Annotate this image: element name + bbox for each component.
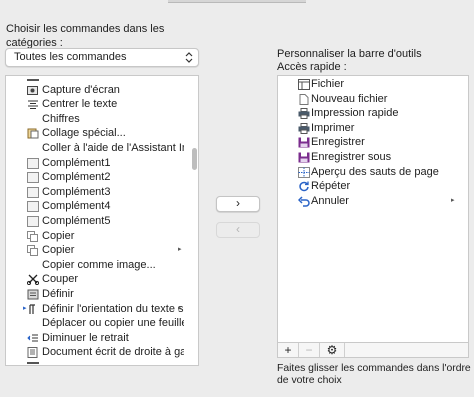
- list-item[interactable]: Fichier: [278, 77, 468, 92]
- quick-access-list[interactable]: Fichier Nouveau fichier Impression rapid…: [277, 75, 469, 343]
- screenshot-icon: [27, 85, 39, 96]
- list-item[interactable]: Répéter: [278, 179, 468, 194]
- list-item[interactable]: Complément1: [6, 156, 198, 171]
- copy-icon: [27, 245, 39, 257]
- list-item[interactable]: [6, 360, 198, 365]
- list-item[interactable]: Nouveau fichier: [278, 92, 468, 107]
- file-icon: [298, 79, 310, 90]
- save-icon: [298, 137, 310, 148]
- list-item[interactable]: Annuler ▸: [278, 194, 468, 209]
- save-as-icon: [298, 152, 310, 163]
- list-item[interactable]: [6, 76, 198, 83]
- list-item[interactable]: Complément3: [6, 185, 198, 200]
- minus-icon: −: [305, 343, 313, 357]
- drag-hint: Faites glisser les commandes dans l'ordr…: [277, 363, 471, 386]
- addin-icon: [27, 172, 39, 184]
- list-item[interactable]: Imprimer: [278, 121, 468, 136]
- addin-icon: [27, 201, 39, 213]
- quick-access-toolbar: + − ⚙: [277, 343, 469, 358]
- copy-icon: [27, 230, 39, 242]
- list-item[interactable]: Complément5: [6, 214, 198, 229]
- list-item[interactable]: Enregistrer sous: [278, 150, 468, 165]
- list-item[interactable]: Centrer le texte: [6, 97, 198, 112]
- scissors-icon: [26, 274, 40, 286]
- list-item[interactable]: Aperçu des sauts de page: [278, 165, 468, 180]
- list-item[interactable]: Copier ▸: [6, 243, 198, 258]
- list-item[interactable]: Impression rapide: [278, 106, 468, 121]
- list-item[interactable]: Complément2: [6, 170, 198, 185]
- list-item[interactable]: ▸ Définir l'orientation du texte sel... …: [6, 302, 198, 317]
- list-item[interactable]: Document écrit de droite à gau...: [6, 345, 198, 360]
- decrease-indent-icon: [27, 333, 39, 344]
- print-icon: [298, 122, 310, 134]
- repeat-icon: [298, 181, 310, 192]
- remove-button[interactable]: −: [299, 343, 320, 357]
- partial-icon: [27, 76, 39, 81]
- left-category-label: Choisir les commandes dans les catégorie…: [6, 23, 165, 49]
- chevron-right-icon: ›: [236, 196, 240, 210]
- window-top-tab: [168, 0, 306, 3]
- addin-icon: [27, 186, 39, 198]
- list-item[interactable]: Capture d'écran: [6, 83, 198, 98]
- partial-icon: [27, 361, 39, 365]
- addin-icon: [27, 215, 39, 227]
- list-item[interactable]: Collage spécial...: [6, 126, 198, 141]
- commands-list[interactable]: Capture d'écran Centrer le texte Chiffre…: [5, 75, 199, 366]
- new-file-icon: [298, 93, 310, 105]
- chevron-left-icon: ‹: [236, 222, 240, 236]
- list-item[interactable]: Copier comme image...: [6, 258, 198, 273]
- paste-special-icon: [27, 128, 39, 139]
- scrollbar-thumb[interactable]: [192, 148, 197, 170]
- list-item[interactable]: Couper: [6, 272, 198, 287]
- quick-print-icon: [298, 108, 310, 120]
- undo-icon: [297, 196, 310, 207]
- page-break-preview-icon: [298, 166, 310, 178]
- addin-icon: [27, 157, 39, 169]
- list-item[interactable]: Enregistrer: [278, 135, 468, 150]
- rtl-doc-icon: [27, 347, 39, 359]
- cursor-marker-icon: ▸: [23, 304, 27, 312]
- submenu-arrow-icon: ▸: [178, 304, 182, 312]
- quick-access-label: Personnaliser la barre d'outils Accès ra…: [277, 48, 422, 73]
- list-item[interactable]: Complément4: [6, 199, 198, 214]
- align-center-icon: [27, 99, 39, 110]
- add-button[interactable]: +: [278, 343, 299, 357]
- category-select-value: Toutes les commandes: [14, 51, 127, 63]
- list-item[interactable]: Copier: [6, 229, 198, 244]
- list-item[interactable]: Diminuer le retrait: [6, 331, 198, 346]
- chevron-updown-icon: [185, 52, 193, 63]
- list-item[interactable]: Définir: [6, 287, 198, 302]
- settings-button[interactable]: ⚙: [320, 343, 345, 357]
- list-item[interactable]: Coller à l'aide de l'Assistant Imp...: [6, 141, 198, 156]
- plus-icon: +: [284, 343, 292, 357]
- category-select[interactable]: Toutes les commandes: [5, 48, 199, 67]
- remove-command-button[interactable]: ‹: [216, 222, 260, 238]
- submenu-arrow-icon: ▸: [451, 196, 455, 204]
- list-item[interactable]: Déplacer ou copier une feuille...: [6, 316, 198, 331]
- add-command-button[interactable]: ›: [216, 196, 260, 212]
- list-item[interactable]: Chiffres: [6, 112, 198, 127]
- gear-icon: ⚙: [326, 343, 338, 357]
- text-direction-icon: [27, 303, 39, 315]
- submenu-arrow-icon: ▸: [178, 246, 182, 254]
- define-icon: [27, 289, 39, 300]
